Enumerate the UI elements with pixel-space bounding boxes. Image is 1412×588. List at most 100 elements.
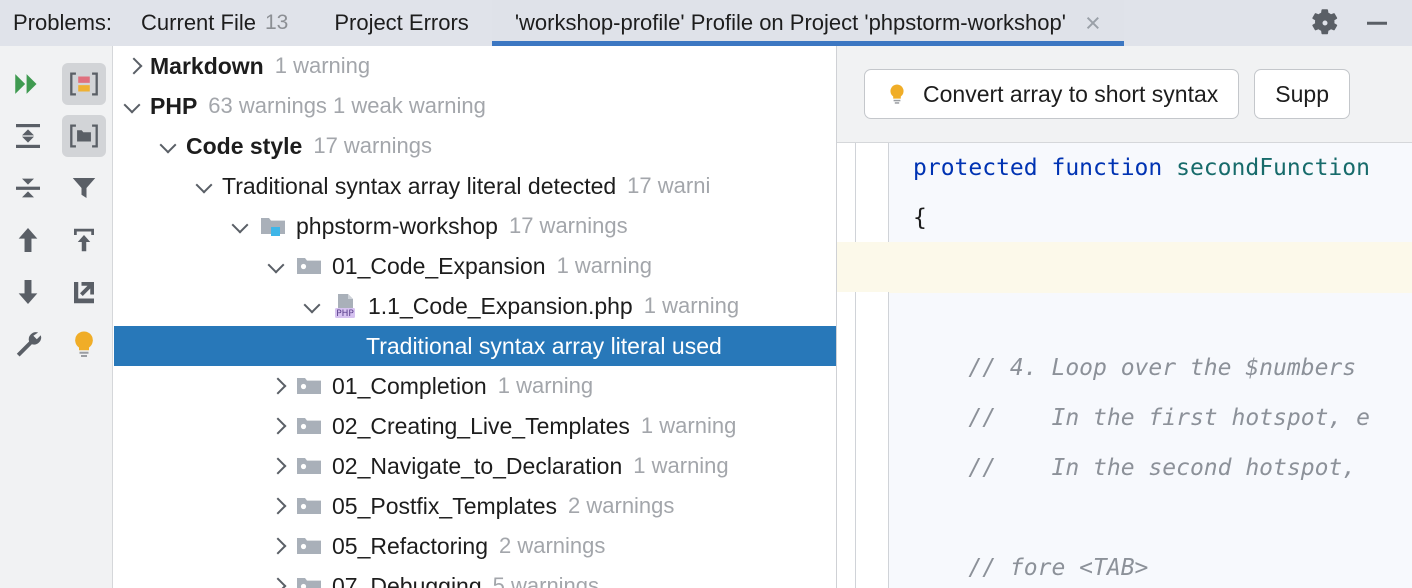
- code-line[interactable]: [889, 493, 1412, 543]
- tree-row[interactable]: phpstorm-workshop 17 warnings: [114, 206, 836, 246]
- code-line[interactable]: // In the first hotspot, e: [889, 393, 1412, 443]
- code-token: secondFunction: [1176, 155, 1370, 181]
- tree-row-label: 07_Debugging: [332, 572, 482, 588]
- quick-fix-bulb-icon[interactable]: [56, 318, 112, 370]
- tree-row-label: Markdown: [150, 52, 264, 79]
- code-line[interactable]: // In the second hotspot,: [889, 443, 1412, 493]
- chevron-right-icon[interactable]: [266, 455, 288, 477]
- chevron-right-icon[interactable]: [266, 495, 288, 517]
- export-icon[interactable]: [56, 214, 112, 266]
- toolbar-row: [0, 162, 112, 214]
- folder-icon: [294, 255, 324, 277]
- tree-row-count: 1 warning: [497, 373, 594, 398]
- tree-row-count: 5 warnings: [492, 573, 600, 588]
- chevron-right-icon[interactable]: [266, 415, 288, 437]
- tree-row[interactable]: Code style 17 warnings: [114, 126, 836, 166]
- code-token: // 4. Loop over the $numbers: [913, 355, 1357, 381]
- toolbar-row: [0, 266, 112, 318]
- next-problem-icon[interactable]: [0, 266, 56, 318]
- code-line[interactable]: [889, 293, 1412, 343]
- folder-icon: [294, 455, 324, 477]
- tree-row-label: 02_Navigate_to_Declaration: [332, 452, 623, 479]
- tree-row[interactable]: PHP 63 warnings 1 weak warning: [114, 86, 836, 126]
- toolbar-row: [0, 58, 112, 110]
- expand-all-icon[interactable]: [0, 110, 56, 162]
- tree-row-count: 1 warning: [556, 253, 652, 278]
- chevron-down-icon[interactable]: [158, 135, 180, 157]
- tab-count: 13: [264, 11, 289, 34]
- chevron-right-icon[interactable]: [122, 55, 144, 77]
- previous-problem-icon[interactable]: [0, 214, 56, 266]
- chevron-down-icon[interactable]: [302, 295, 324, 317]
- chevron-down-icon[interactable]: [194, 175, 216, 197]
- filter-icon[interactable]: [56, 162, 112, 214]
- convert-array-button[interactable]: Convert array to short syntax: [864, 69, 1240, 119]
- folder-icon: [294, 375, 324, 397]
- tree-row[interactable]: Traditional syntax array literal detecte…: [114, 166, 836, 206]
- tree-row-label: 01_Code_Expansion: [332, 252, 546, 279]
- tab-2[interactable]: 'workshop-profile' Profile on Project 'p…: [491, 0, 1124, 46]
- code-line[interactable]: // fore <TAB>: [889, 543, 1412, 588]
- folder-icon: [294, 575, 324, 588]
- suppress-button-label: Supp: [1275, 80, 1330, 107]
- php-file-icon: PHP: [330, 292, 360, 320]
- tab-1[interactable]: Project Errors: [311, 0, 491, 46]
- tab-0[interactable]: Current File 13: [118, 0, 311, 46]
- code-line[interactable]: protected function secondFunction: [889, 143, 1412, 193]
- tree-row[interactable]: 05_Postfix_Templates 2 warnings: [114, 486, 836, 526]
- chevron-down-icon[interactable]: [122, 95, 144, 117]
- tree-row[interactable]: 02_Creating_Live_Templates 1 warning: [114, 406, 836, 446]
- tree-row[interactable]: Markdown 1 warning: [114, 46, 836, 86]
- collapse-all-icon[interactable]: [0, 162, 56, 214]
- folder-icon: [294, 415, 324, 437]
- convert-array-button-label: Convert array to short syntax: [923, 80, 1219, 107]
- code-token: protected function: [913, 155, 1177, 181]
- toolbar-row: [0, 110, 112, 162]
- tree-row[interactable]: 05_Refactoring 2 warnings: [114, 526, 836, 566]
- chevron-right-icon[interactable]: [266, 535, 288, 557]
- tree-row[interactable]: 07_Debugging 5 warnings: [114, 566, 836, 588]
- tab-title: Current File: [141, 10, 256, 35]
- tree-row-label: 1.1_Code_Expansion.php: [368, 292, 633, 319]
- minimize-icon[interactable]: [1362, 8, 1392, 38]
- chevron-right-icon[interactable]: [266, 575, 288, 588]
- chevron-down-icon[interactable]: [230, 215, 252, 237]
- problem-details-panel: Convert array to short syntax Supp prote…: [837, 46, 1412, 588]
- tree-row[interactable]: 01_Completion 1 warning: [114, 366, 836, 406]
- code-token: {: [913, 205, 927, 231]
- code-lines[interactable]: protected function secondFunction{ $numb…: [889, 143, 1412, 588]
- code-token: // In the first hotspot, e: [913, 405, 1370, 431]
- problems-tabbar: Problems: Current File 13 Project Errors 'w…: [0, 0, 1412, 46]
- code-line[interactable]: {: [889, 193, 1412, 243]
- folder-icon: [294, 495, 324, 517]
- group-by-directory-icon[interactable]: [56, 110, 112, 162]
- rerun-icon[interactable]: [0, 58, 56, 110]
- tree-row[interactable]: PHP 1.1_Code_Expansion.php 1 warning: [114, 286, 836, 326]
- tree-row-selected[interactable]: Traditional syntax array literal used: [114, 326, 836, 366]
- tree-row-label: 05_Postfix_Templates: [332, 492, 558, 519]
- tab-close-icon[interactable]: ×: [1085, 9, 1101, 37]
- suppress-button[interactable]: Supp: [1254, 69, 1351, 119]
- group-by-severity-icon[interactable]: [56, 58, 112, 110]
- settings-wrench-icon[interactable]: [0, 318, 56, 370]
- tree-row-label: PHP: [150, 92, 198, 119]
- chevron-down-icon[interactable]: [266, 255, 288, 277]
- tree-row-label: 05_Refactoring: [332, 532, 488, 559]
- problems-tool-window: Problems: Current File 13 Project Errors 'w…: [0, 0, 1412, 588]
- code-line[interactable]: // 4. Loop over the $numbers: [889, 343, 1412, 393]
- tree-row-label: Traditional syntax array literal used: [366, 332, 722, 359]
- problems-tree[interactable]: Markdown 1 warning PHP 63 warnings 1 weak w…: [114, 46, 836, 588]
- code-token: // fore <TAB>: [913, 555, 1149, 581]
- editor-gutter-outer: [837, 143, 856, 588]
- toolbar-row: [0, 214, 112, 266]
- settings-icon[interactable]: [1310, 8, 1340, 38]
- tree-row[interactable]: 02_Navigate_to_Declaration 1 warning: [114, 446, 836, 486]
- chevron-right-icon[interactable]: [266, 375, 288, 397]
- open-in-editor-icon[interactable]: [56, 266, 112, 318]
- tree-row-count: 1 warning: [633, 453, 729, 478]
- module-folder-icon: [258, 214, 288, 238]
- bulb-icon: [885, 82, 909, 106]
- tree-row[interactable]: 01_Code_Expansion 1 warning: [114, 246, 836, 286]
- toolbar-row: [0, 318, 112, 370]
- tree-row-count: 2 warnings: [568, 493, 675, 518]
